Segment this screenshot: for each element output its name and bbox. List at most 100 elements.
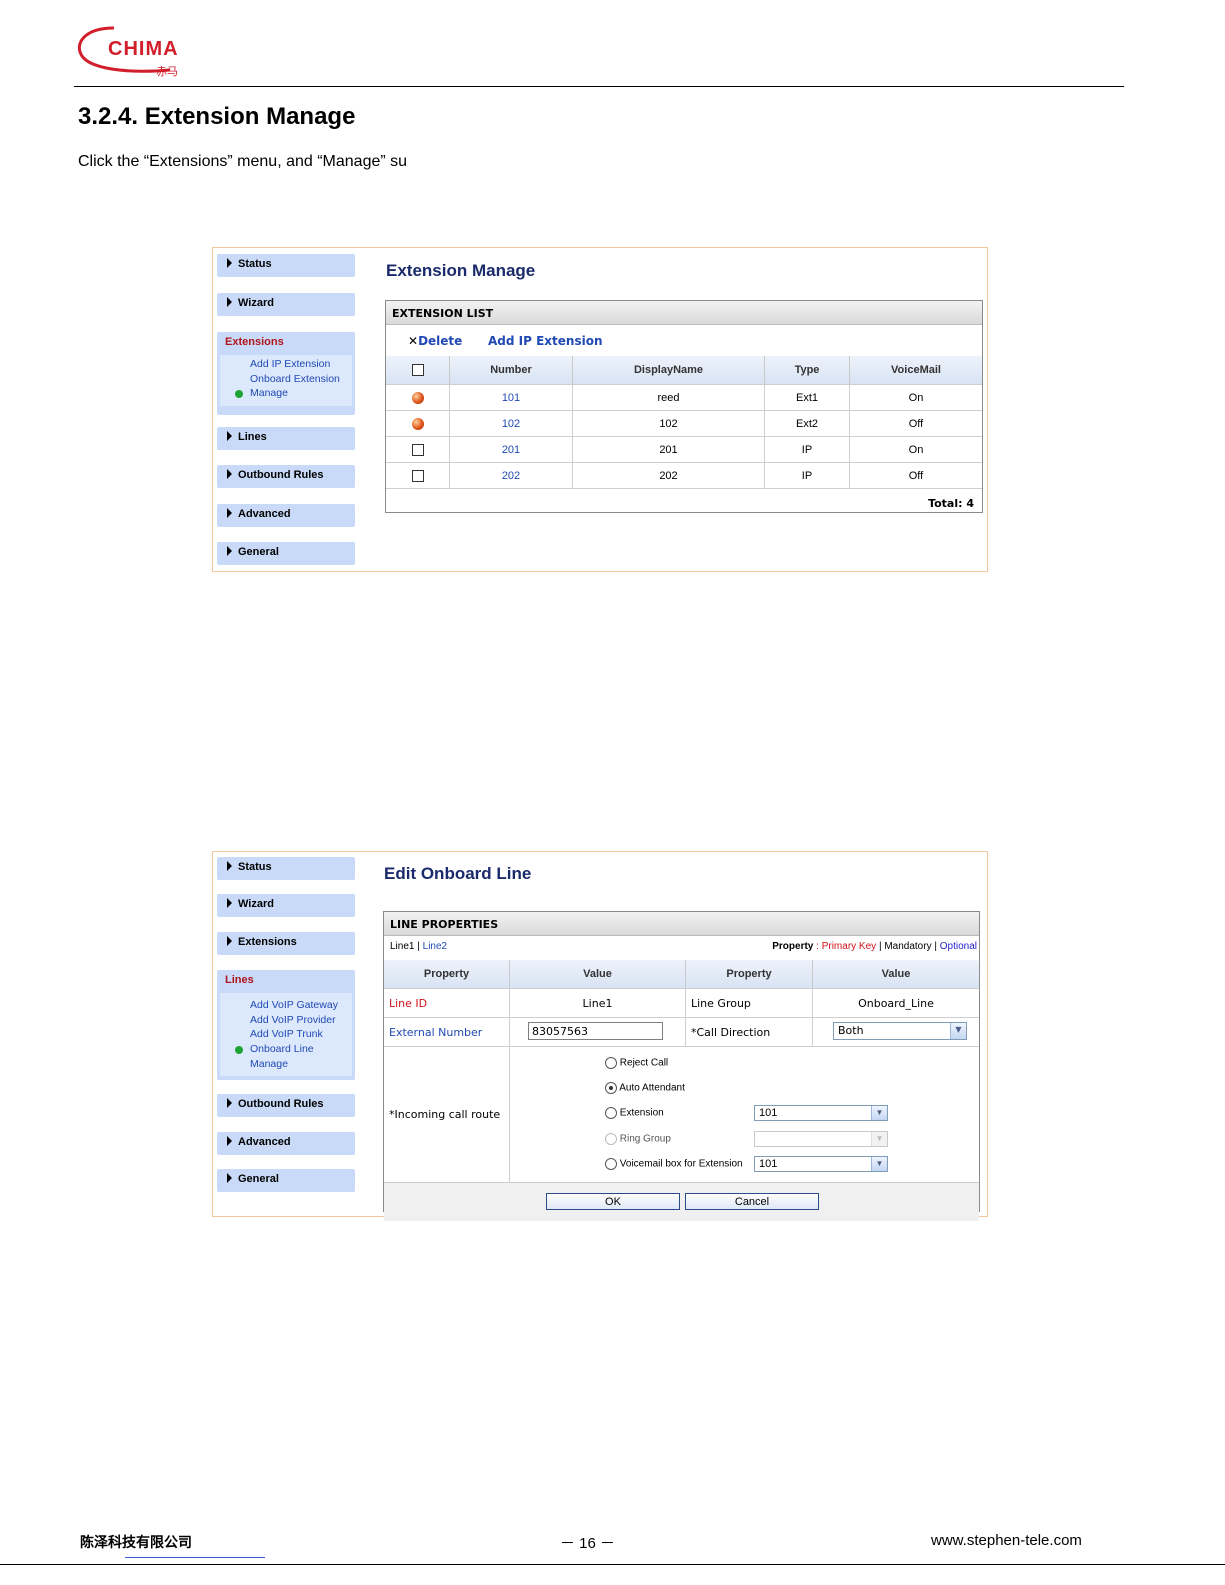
active-dot-icon (235, 390, 243, 399)
legend-property: Property (772, 941, 814, 952)
close-icon: ✕ (408, 334, 419, 348)
row-checkbox[interactable] (411, 443, 424, 456)
nav-extensions[interactable]: Extensions (217, 332, 355, 355)
tab-line1[interactable]: Line1 (390, 941, 414, 952)
display-name-cell: 202 (572, 462, 765, 489)
nav-sub-add-ip-extension[interactable]: Add IP Extension (220, 358, 352, 373)
button-row: OK Cancel (384, 1182, 979, 1221)
nav-sub-manage[interactable]: Manage (220, 1058, 352, 1073)
extension-number-link[interactable]: 101 (449, 384, 573, 411)
chevron-down-icon: ▼ (950, 1023, 966, 1039)
caret-right-icon (227, 1098, 232, 1108)
nav-sub-manage[interactable]: Manage (220, 387, 352, 402)
line-properties-header: LINE PROPERTIES (384, 912, 979, 936)
table-row: Line ID Line1 Line Group Onboard_Line (384, 988, 979, 1018)
edit-onboard-line-screenshot: Status Wizard Extensions Lines Add VoIP … (212, 851, 988, 1221)
row-marker (386, 410, 450, 437)
nav-wizard[interactable]: Wizard (217, 894, 355, 917)
nav-sub-add-voip-trunk[interactable]: Add VoIP Trunk (220, 1028, 352, 1043)
nav-label: Advanced (238, 1136, 291, 1148)
logo-text: CHIMA (108, 38, 179, 60)
tab-separator: | (417, 941, 420, 952)
delete-label: Delete (418, 334, 463, 348)
select-all-checkbox[interactable] (411, 364, 424, 377)
nav-extensions-open: Extensions Add IP Extension Onboard Exte… (217, 332, 355, 415)
column-header: Number (449, 356, 573, 385)
header-rule (74, 86, 1124, 87)
logo-subtext: 赤马 (156, 65, 178, 78)
nav-advanced[interactable]: Advanced (217, 1132, 355, 1155)
table-row: 101 reed Ext1 On (386, 384, 982, 411)
list-toolbar: ✕Delete Add IP Extension (386, 325, 982, 356)
extension-table: Number DisplayName Type VoiceMail 101 re… (386, 356, 982, 517)
nav-label: Advanced (238, 508, 291, 520)
radio-button[interactable] (605, 1158, 617, 1170)
nav-general[interactable]: General (217, 1169, 355, 1192)
nav-sub-add-voip-gateway[interactable]: Add VoIP Gateway (220, 999, 352, 1014)
ok-button[interactable]: OK (546, 1193, 680, 1210)
total-count: Total: 4 (386, 488, 982, 517)
row-checkbox[interactable] (411, 469, 424, 482)
nav-label: Outbound Rules (238, 469, 324, 481)
nav-general[interactable]: General (217, 542, 355, 565)
voicemail-cell: Off (849, 410, 982, 437)
radio-button[interactable] (605, 1057, 617, 1069)
nav-sub-onboard-line[interactable]: Onboard Line (220, 1043, 352, 1058)
tab-line2[interactable]: Line2 (423, 941, 447, 952)
table-row: 202 202 IP Off (386, 462, 982, 489)
option-extension[interactable]: Extension (605, 1107, 664, 1119)
option-label: Ring Group (619, 1133, 671, 1145)
voicemail-select[interactable]: 101 ▼ (754, 1156, 888, 1172)
incoming-route-options: Reject Call Auto Attendant Extension 101… (509, 1046, 979, 1183)
nav-label: Lines (225, 974, 254, 986)
extension-select[interactable]: 101 ▼ (754, 1105, 888, 1121)
select-all-header (386, 356, 450, 385)
active-dot-icon (235, 1046, 243, 1055)
option-label: Voicemail box for Extension (619, 1158, 743, 1170)
delete-button[interactable]: ✕Delete (408, 334, 462, 348)
caret-right-icon (227, 898, 232, 908)
option-voicemail[interactable]: Voicemail box for Extension (605, 1158, 743, 1170)
extension-list: EXTENSION LIST ✕Delete Add IP Extension … (385, 300, 983, 517)
row-marker (386, 462, 450, 489)
legend-optional: Optional (939, 941, 977, 952)
line-properties-table: Property Value Property Value Line ID Li… (384, 960, 979, 1221)
nav-sub-add-voip-provider[interactable]: Add VoIP Provider (220, 1014, 352, 1029)
nav-outbound-rules[interactable]: Outbound Rules (217, 465, 355, 488)
column-header: Property (384, 960, 510, 989)
radio-button[interactable] (605, 1107, 617, 1119)
nav-status[interactable]: Status (217, 857, 355, 880)
nav-lines[interactable]: Lines (217, 970, 355, 993)
nav-wizard[interactable]: Wizard (217, 293, 355, 316)
extension-number-link[interactable]: 102 (449, 410, 573, 437)
caret-right-icon (227, 297, 232, 307)
extension-number-link[interactable]: 202 (449, 462, 573, 489)
nav-label: General (238, 1173, 279, 1185)
display-name-cell: reed (572, 384, 765, 411)
line-id-value: Line1 (509, 988, 686, 1018)
voicemail-cell: On (849, 384, 982, 411)
nav-extensions[interactable]: Extensions (217, 932, 355, 955)
radio-button-selected[interactable] (605, 1082, 617, 1094)
option-ring-group[interactable]: Ring Group (605, 1133, 671, 1145)
display-name-cell: 102 (572, 410, 765, 437)
extension-number-link[interactable]: 201 (449, 436, 573, 463)
nav-status[interactable]: Status (217, 254, 355, 277)
nav-sub-label: Manage (250, 387, 288, 400)
option-reject-call[interactable]: Reject Call (605, 1057, 668, 1069)
call-direction-select[interactable]: Both ▼ (833, 1022, 967, 1040)
legend-colon: : (816, 941, 819, 952)
cancel-button[interactable]: Cancel (685, 1193, 819, 1210)
legend-separator: | (934, 941, 937, 952)
caret-right-icon (227, 1136, 232, 1146)
line-tabs-row: Line1 | Line2 Property : Primary Key | M… (384, 936, 979, 960)
option-auto-attendant[interactable]: Auto Attendant (605, 1082, 685, 1094)
nav-advanced[interactable]: Advanced (217, 504, 355, 527)
external-number-field[interactable]: 83057563 (528, 1022, 663, 1040)
nav-outbound-rules[interactable]: Outbound Rules (217, 1094, 355, 1117)
legend-separator: | (878, 941, 882, 952)
line-group-label: Line Group (685, 988, 813, 1018)
nav-sub-onboard-extension[interactable]: Onboard Extension (220, 373, 352, 388)
nav-lines[interactable]: Lines (217, 427, 355, 450)
add-ip-extension-link[interactable]: Add IP Extension (488, 334, 602, 348)
